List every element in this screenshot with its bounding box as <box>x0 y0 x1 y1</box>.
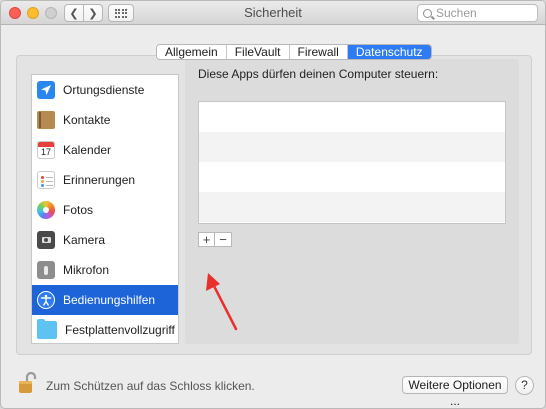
tab-filevault[interactable]: FileVault <box>226 45 290 59</box>
reminders-icon <box>37 171 55 189</box>
chevron-left-icon: ❮ <box>69 7 79 20</box>
sidebar-item-label: Ortungsdienste <box>63 83 145 97</box>
tab-allgemein[interactable]: Allgemein <box>157 45 227 59</box>
lock-hint-text: Zum Schützen auf das Schloss klicken. <box>46 379 255 393</box>
grid-icon <box>114 8 128 18</box>
photos-icon <box>37 201 55 219</box>
search-input[interactable] <box>436 6 531 20</box>
sidebar-item-kontakte[interactable]: Kontakte <box>32 105 178 135</box>
sidebar-item-fotos[interactable]: Fotos <box>32 195 178 225</box>
forward-button[interactable]: ❯ <box>83 4 103 22</box>
tab-firewall[interactable]: Firewall <box>289 45 348 59</box>
lock-icon[interactable] <box>18 371 38 394</box>
tab-datenschutz[interactable]: Datenschutz <box>347 45 431 59</box>
list-row <box>199 192 505 222</box>
sidebar-item-mikrofon[interactable]: Mikrofon <box>32 255 178 285</box>
sidebar-item-ortungsdienste[interactable]: Ortungsdienste <box>32 75 178 105</box>
search-field[interactable] <box>417 4 538 22</box>
app-list[interactable] <box>198 101 506 224</box>
search-icon <box>423 8 432 18</box>
privacy-category-list: Ortungsdienste Kontakte 17 Kalender Erin… <box>31 74 179 344</box>
show-all-button[interactable] <box>108 4 134 22</box>
sidebar-item-label: Festplattenvollzugriff <box>65 323 175 337</box>
more-options-button[interactable]: Weitere Optionen ... <box>402 376 508 408</box>
description-label: Diese Apps dürfen deinen Computer steuer… <box>198 67 439 81</box>
accessibility-icon <box>37 291 55 309</box>
minimize-window-button[interactable] <box>27 7 39 19</box>
sidebar-item-kalender[interactable]: 17 Kalender <box>32 135 178 165</box>
help-button[interactable]: ? <box>515 376 534 395</box>
sidebar-item-label: Fotos <box>63 203 94 217</box>
list-row <box>199 102 505 132</box>
title-bar: ❮ ❯ Sicherheit <box>1 1 545 25</box>
accessibility-detail: Diese Apps dürfen deinen Computer steuer… <box>185 59 519 344</box>
tab-bar: Allgemein FileVault Firewall Datenschutz <box>156 44 432 60</box>
back-button[interactable]: ❮ <box>64 4 84 22</box>
sidebar-item-bedienungshilfen[interactable]: Bedienungshilfen <box>32 285 178 315</box>
sidebar-item-festplattenvollzugriff[interactable]: Festplattenvollzugriff <box>32 315 178 345</box>
sidebar-item-label: Kontakte <box>63 113 111 127</box>
add-app-button[interactable]: + <box>198 232 215 247</box>
sidebar-item-kamera[interactable]: Kamera <box>32 225 178 255</box>
zoom-window-button[interactable] <box>45 7 57 19</box>
location-arrow-icon <box>37 81 55 99</box>
sidebar-item-label: Bedienungshilfen <box>63 293 156 307</box>
list-row <box>199 132 505 162</box>
privacy-panel: Ortungsdienste Kontakte 17 Kalender Erin… <box>16 55 532 355</box>
sidebar-item-label: Mikrofon <box>63 263 110 277</box>
chevron-right-icon: ❯ <box>88 7 98 20</box>
contacts-book-icon <box>37 111 55 129</box>
sidebar-item-label: Kalender <box>63 143 112 157</box>
add-remove-controls: + − <box>198 232 232 247</box>
close-window-button[interactable] <box>9 7 21 19</box>
calendar-icon: 17 <box>37 141 55 159</box>
sidebar-item-label: Kamera <box>63 233 106 247</box>
microphone-icon <box>37 261 55 279</box>
camera-icon <box>37 231 55 249</box>
folder-icon <box>37 319 57 339</box>
sidebar-item-label: Erinnerungen <box>63 173 136 187</box>
sidebar-item-erinnerungen[interactable]: Erinnerungen <box>32 165 178 195</box>
list-row <box>199 162 505 192</box>
remove-app-button[interactable]: − <box>215 232 232 247</box>
preferences-window: ❮ ❯ Sicherheit Allgemein FileVault Firew… <box>0 0 546 409</box>
